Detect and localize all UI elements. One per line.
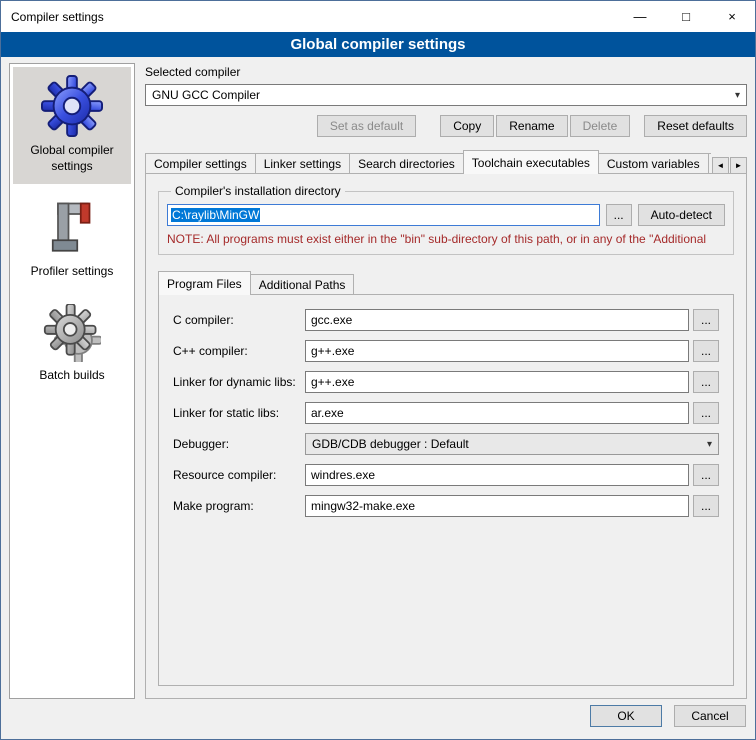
make-program-label: Make program: bbox=[173, 499, 305, 513]
rename-button[interactable]: Rename bbox=[496, 115, 567, 137]
resource-compiler-input[interactable]: windres.exe bbox=[305, 464, 689, 486]
selected-compiler-label: Selected compiler bbox=[145, 65, 747, 79]
dynamic-linker-browse-button[interactable]: ... bbox=[693, 371, 719, 393]
program-files-tabstrip: Program Files Additional Paths bbox=[158, 271, 734, 295]
cancel-button[interactable]: Cancel bbox=[674, 705, 746, 727]
copy-button[interactable]: Copy bbox=[440, 115, 494, 137]
close-button[interactable]: × bbox=[709, 1, 755, 32]
c-compiler-row: C compiler: gcc.exe ... bbox=[173, 309, 719, 331]
tab-custom-variables[interactable]: Custom variables bbox=[598, 153, 709, 174]
dynamic-linker-label: Linker for dynamic libs: bbox=[173, 375, 305, 389]
dynamic-linker-row: Linker for dynamic libs: g++.exe ... bbox=[173, 371, 719, 393]
compiler-buttons-row: Set as default Copy Rename Delete Reset … bbox=[145, 115, 747, 137]
toolchain-panel: Compiler's installation directory C:\ray… bbox=[145, 173, 747, 699]
tabs-scroller: Compiler settings Linker settings Search… bbox=[145, 150, 711, 174]
resource-compiler-row: Resource compiler: windres.exe ... bbox=[173, 464, 719, 486]
installation-directory-input[interactable]: C:\raylib\MinGW bbox=[167, 204, 600, 226]
bin-subdirectory-note: NOTE: All programs must exist either in … bbox=[167, 232, 725, 246]
dialog-body: Global compiler settings Profiler settin… bbox=[1, 57, 755, 701]
batch-builds-icon bbox=[43, 304, 101, 362]
sidebar-item-label: Batch builds bbox=[39, 368, 104, 384]
installation-directory-groupbox: Compiler's installation directory C:\ray… bbox=[158, 184, 734, 255]
tab-scroll-left-icon[interactable]: ◄ bbox=[712, 157, 729, 174]
resource-compiler-browse-button[interactable]: ... bbox=[693, 464, 719, 486]
tab-search-directories[interactable]: Search directories bbox=[349, 153, 464, 174]
debugger-label: Debugger: bbox=[173, 437, 305, 451]
window-controls: — □ × bbox=[617, 1, 755, 32]
compiler-settings-dialog: Compiler settings — □ × Global compiler … bbox=[0, 0, 756, 740]
maximize-button[interactable]: □ bbox=[663, 1, 709, 32]
cpp-compiler-input[interactable]: g++.exe bbox=[305, 340, 689, 362]
c-compiler-browse-button[interactable]: ... bbox=[693, 309, 719, 331]
reset-defaults-button[interactable]: Reset defaults bbox=[644, 115, 747, 137]
tab-compiler-settings[interactable]: Compiler settings bbox=[145, 153, 256, 174]
tab-toolchain-executables[interactable]: Toolchain executables bbox=[463, 150, 599, 174]
delete-button[interactable]: Delete bbox=[570, 115, 631, 137]
minimize-button[interactable]: — bbox=[617, 1, 663, 32]
set-as-default-button[interactable]: Set as default bbox=[317, 115, 416, 137]
static-linker-label: Linker for static libs: bbox=[173, 406, 305, 420]
installation-directory-value: C:\raylib\MinGW bbox=[171, 208, 260, 222]
static-linker-input[interactable]: ar.exe bbox=[305, 402, 689, 424]
ok-button[interactable]: OK bbox=[590, 705, 662, 727]
debugger-dropdown[interactable]: GDB/CDB debugger : Default ▾ bbox=[305, 433, 719, 455]
settings-tabstrip: Compiler settings Linker settings Search… bbox=[145, 150, 747, 174]
compiler-dropdown[interactable]: GNU GCC Compiler ▾ bbox=[145, 84, 747, 106]
sidebar-item-profiler-settings[interactable]: Profiler settings bbox=[13, 190, 131, 290]
c-compiler-label: C compiler: bbox=[173, 313, 305, 327]
tab-build-options[interactable]: Buil bbox=[708, 153, 711, 174]
cpp-compiler-browse-button[interactable]: ... bbox=[693, 340, 719, 362]
dialog-header: Global compiler settings bbox=[1, 32, 755, 57]
sidebar-item-label: Profiler settings bbox=[31, 264, 114, 280]
compiler-dropdown-value: GNU GCC Compiler bbox=[152, 88, 260, 102]
sidebar-item-batch-builds[interactable]: Batch builds bbox=[13, 296, 131, 394]
debugger-row: Debugger: GDB/CDB debugger : Default ▾ bbox=[173, 433, 719, 455]
program-files-panel: C compiler: gcc.exe ... C++ compiler: g+… bbox=[158, 294, 734, 686]
chevron-down-icon: ▾ bbox=[735, 90, 740, 101]
resource-compiler-label: Resource compiler: bbox=[173, 468, 305, 482]
dynamic-linker-input[interactable]: g++.exe bbox=[305, 371, 689, 393]
installation-directory-label: Compiler's installation directory bbox=[171, 184, 345, 198]
dialog-footer: OK Cancel bbox=[1, 701, 755, 739]
sidebar-item-label: Global compiler settings bbox=[17, 143, 127, 174]
titlebar: Compiler settings — □ × bbox=[1, 1, 755, 32]
make-program-browse-button[interactable]: ... bbox=[693, 495, 719, 517]
static-linker-browse-button[interactable]: ... bbox=[693, 402, 719, 424]
main-panel: Selected compiler GNU GCC Compiler ▾ Set… bbox=[145, 63, 747, 699]
chevron-down-icon: ▾ bbox=[707, 439, 712, 450]
gear-icon bbox=[41, 75, 103, 137]
settings-sidebar: Global compiler settings Profiler settin… bbox=[9, 63, 135, 699]
subtab-program-files[interactable]: Program Files bbox=[158, 271, 251, 295]
browse-directory-button[interactable]: ... bbox=[606, 204, 632, 226]
cpp-compiler-row: C++ compiler: g++.exe ... bbox=[173, 340, 719, 362]
tab-linker-settings[interactable]: Linker settings bbox=[255, 153, 350, 174]
make-program-input[interactable]: mingw32-make.exe bbox=[305, 495, 689, 517]
profiler-tool-icon bbox=[44, 198, 100, 258]
cpp-compiler-label: C++ compiler: bbox=[173, 344, 305, 358]
subtab-additional-paths[interactable]: Additional Paths bbox=[250, 274, 355, 295]
auto-detect-button[interactable]: Auto-detect bbox=[638, 204, 725, 226]
debugger-dropdown-value: GDB/CDB debugger : Default bbox=[312, 437, 469, 451]
window-title: Compiler settings bbox=[1, 10, 104, 24]
sidebar-item-global-compiler-settings[interactable]: Global compiler settings bbox=[13, 67, 131, 184]
static-linker-row: Linker for static libs: ar.exe ... bbox=[173, 402, 719, 424]
make-program-row: Make program: mingw32-make.exe ... bbox=[173, 495, 719, 517]
tab-scroll-right-icon[interactable]: ► bbox=[730, 157, 747, 174]
c-compiler-input[interactable]: gcc.exe bbox=[305, 309, 689, 331]
installation-directory-row: C:\raylib\MinGW ... Auto-detect bbox=[167, 204, 725, 226]
